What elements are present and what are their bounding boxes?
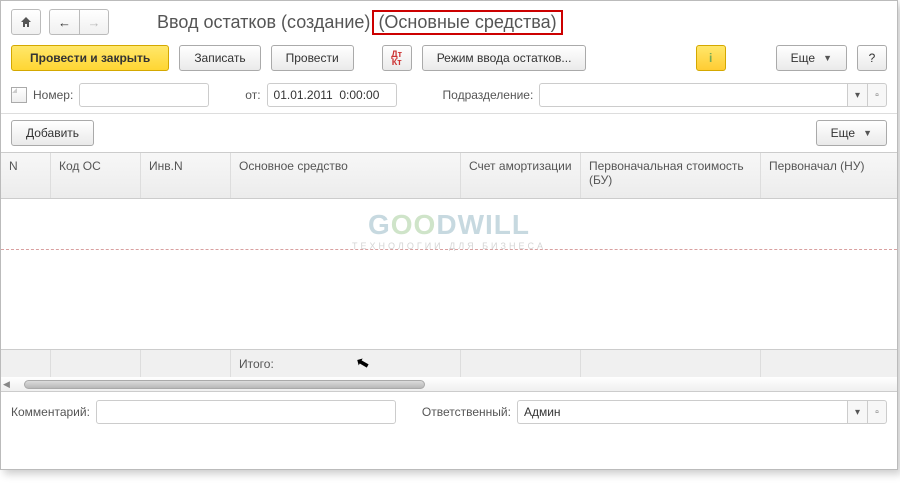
- nav-row: ← → Ввод остатков (создание) (Основные с…: [1, 1, 897, 39]
- comment-label: Комментарий:: [11, 405, 90, 419]
- watermark: GOODWILL ТЕХНОЛОГИИ ДЛЯ БИЗНЕСA: [1, 209, 897, 251]
- chevron-down-icon: ▾: [855, 90, 860, 101]
- post-button[interactable]: Провести: [271, 45, 354, 71]
- table-header: N Код ОС Инв.N Основное средство Счет ам…: [1, 153, 897, 199]
- responsible-label: Ответственный:: [422, 405, 511, 419]
- title-suffix: (Основные средства): [372, 10, 562, 35]
- tab-more-button[interactable]: Еще ▼: [816, 120, 887, 146]
- foot-cost-bu: [581, 350, 761, 377]
- foot-inv: [141, 350, 231, 377]
- col-acct[interactable]: Счет амортизации: [461, 153, 581, 198]
- title-main: Ввод остатков (создание): [157, 12, 370, 33]
- table-body[interactable]: GOODWILL ТЕХНОЛОГИИ ДЛЯ БИЗНЕСA: [1, 199, 897, 349]
- date-input[interactable]: [267, 83, 397, 107]
- table-footer: Итого: ⬉: [1, 349, 897, 377]
- home-button[interactable]: [11, 9, 41, 35]
- subdivision-input[interactable]: [539, 83, 847, 107]
- more-label: Еще: [791, 51, 815, 65]
- info-icon: i: [709, 51, 712, 65]
- foot-cost-nu: [761, 350, 897, 377]
- horizontal-scrollbar[interactable]: ◀: [1, 377, 897, 392]
- scroll-thumb[interactable]: [24, 380, 425, 389]
- open-icon: ▫: [875, 90, 879, 101]
- debit-credit-button[interactable]: ДтКт: [382, 45, 412, 71]
- debit-credit-icon: ДтКт: [389, 50, 405, 66]
- foot-n: [1, 350, 51, 377]
- col-inv[interactable]: Инв.N: [141, 153, 231, 198]
- assets-table: N Код ОС Инв.N Основное средство Счет ам…: [1, 152, 897, 392]
- tab-more-label: Еще: [831, 126, 855, 140]
- post-and-close-button[interactable]: Провести и закрыть: [11, 45, 169, 71]
- info-button[interactable]: i: [696, 45, 726, 71]
- add-button[interactable]: Добавить: [11, 120, 94, 146]
- subdivision-dropdown-button[interactable]: ▾: [847, 83, 867, 107]
- subdivision-lookup: ▾ ▫: [539, 83, 887, 107]
- help-button[interactable]: ?: [857, 45, 887, 71]
- subdivision-label: Подразделение:: [443, 88, 534, 102]
- save-button[interactable]: Записать: [179, 45, 260, 71]
- chevron-down-icon: ▼: [823, 53, 832, 63]
- arrow-right-icon: →: [88, 15, 101, 30]
- col-cost-nu[interactable]: Первоначал (НУ): [761, 153, 897, 198]
- more-button[interactable]: Еще ▼: [776, 45, 847, 71]
- entry-mode-button[interactable]: Режим ввода остатков...: [422, 45, 587, 71]
- chevron-down-icon: ▼: [863, 128, 872, 138]
- tab-toolbar: Добавить Еще ▼: [1, 114, 897, 152]
- subdivision-open-button[interactable]: ▫: [867, 83, 887, 107]
- number-label: Номер:: [33, 88, 73, 102]
- home-icon: [19, 15, 33, 29]
- arrow-left-icon: ←: [58, 15, 71, 30]
- responsible-lookup: ▾ ▫: [517, 400, 887, 424]
- col-asset[interactable]: Основное средство: [231, 153, 461, 198]
- page-title: Ввод остатков (создание) (Основные средс…: [157, 10, 563, 35]
- scroll-left-icon[interactable]: ◀: [3, 379, 10, 390]
- chevron-down-icon: ▾: [855, 407, 860, 418]
- document-window: ← → Ввод остатков (создание) (Основные с…: [0, 0, 898, 470]
- table-red-divider: [1, 249, 897, 250]
- number-input[interactable]: [79, 83, 209, 107]
- back-button[interactable]: ←: [49, 9, 79, 35]
- bottom-row: Комментарий: Ответственный: ▾ ▫: [1, 392, 897, 432]
- responsible-input[interactable]: [517, 400, 847, 424]
- nav-history-group: ← →: [49, 9, 109, 35]
- foot-total-label: Итого: ⬉: [231, 350, 461, 377]
- col-cost-bu[interactable]: Первоначальная стоимость (БУ): [581, 153, 761, 198]
- responsible-open-button[interactable]: ▫: [867, 400, 887, 424]
- col-n[interactable]: N: [1, 153, 51, 198]
- header-form-row: Номер: от: Подразделение: ▾ ▫: [1, 77, 897, 114]
- open-icon: ▫: [875, 407, 879, 418]
- foot-code: [51, 350, 141, 377]
- document-icon: [11, 87, 27, 103]
- foot-acct: [461, 350, 581, 377]
- comment-input[interactable]: [96, 400, 396, 424]
- main-toolbar: Провести и закрыть Записать Провести ДтК…: [1, 39, 897, 77]
- responsible-dropdown-button[interactable]: ▾: [847, 400, 867, 424]
- col-code[interactable]: Код ОС: [51, 153, 141, 198]
- forward-button[interactable]: →: [79, 9, 109, 35]
- cursor-icon: ⬉: [354, 352, 372, 375]
- from-label: от:: [245, 88, 260, 102]
